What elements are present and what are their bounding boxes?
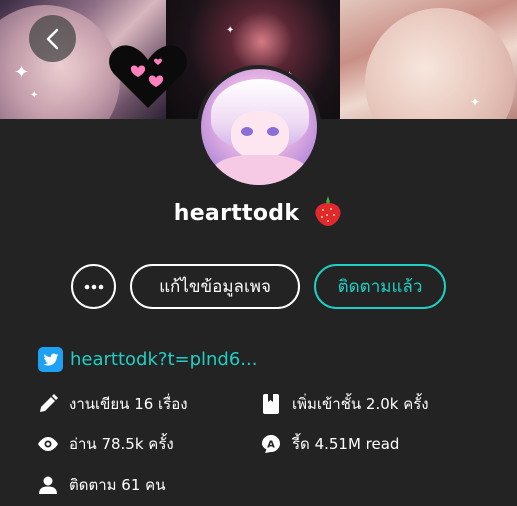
sparkle-icon: ✦: [30, 90, 39, 101]
avatar[interactable]: [197, 65, 321, 189]
twitter-link[interactable]: hearttodk?t=plnd6...: [70, 349, 257, 370]
stat-reads-text: อ่าน 78.5k ครั้ง: [69, 435, 174, 453]
person-icon: [37, 474, 59, 496]
stat-library-adds: เพิ่มเข้าชั้น 2.0k ครั้ง: [260, 392, 429, 416]
back-button[interactable]: [29, 15, 76, 62]
sparkle-icon: ✦: [226, 25, 235, 36]
ellipsis-icon: [84, 284, 103, 289]
edit-page-button[interactable]: แก้ไขข้อมูลเพจ: [130, 264, 300, 309]
stat-following: ติดตาม 61 คน: [37, 473, 165, 497]
stat-readers-text: รี้ด 4.51M read: [292, 435, 400, 453]
username: hearttodk: [173, 201, 300, 226]
more-options-button[interactable]: [71, 264, 116, 309]
following-label: ติดตามแล้ว: [337, 277, 423, 297]
following-button[interactable]: ติดตามแล้ว: [314, 264, 446, 309]
eye-icon: [37, 433, 59, 455]
stat-library-adds-text: เพิ่มเข้าชั้น 2.0k ครั้ง: [292, 395, 429, 413]
heart-icon: [109, 45, 187, 108]
pencil-icon: [37, 393, 59, 415]
edit-page-label: แก้ไขข้อมูลเพจ: [159, 277, 271, 297]
book-icon: [260, 393, 282, 415]
stat-reads: อ่าน 78.5k ครั้ง: [37, 432, 174, 456]
stat-readers: A รี้ด 4.51M read: [260, 432, 399, 456]
chevron-left-icon: [46, 28, 58, 49]
svg-text:A: A: [267, 440, 275, 451]
twitter-icon: [38, 347, 63, 372]
sparkle-icon: ✦: [470, 95, 481, 109]
sparkle-icon: ✦: [14, 62, 30, 83]
stat-works-text: งานเขียน 16 เรื่อง: [69, 395, 188, 413]
reader-badge-icon: A: [260, 433, 282, 455]
strawberry-icon: [313, 195, 343, 233]
stat-works: งานเขียน 16 เรื่อง: [37, 392, 188, 416]
username-row: hearttodk: [0, 195, 517, 233]
twitter-link-row[interactable]: hearttodk?t=plnd6...: [38, 347, 257, 372]
stat-following-text: ติดตาม 61 คน: [69, 476, 166, 494]
